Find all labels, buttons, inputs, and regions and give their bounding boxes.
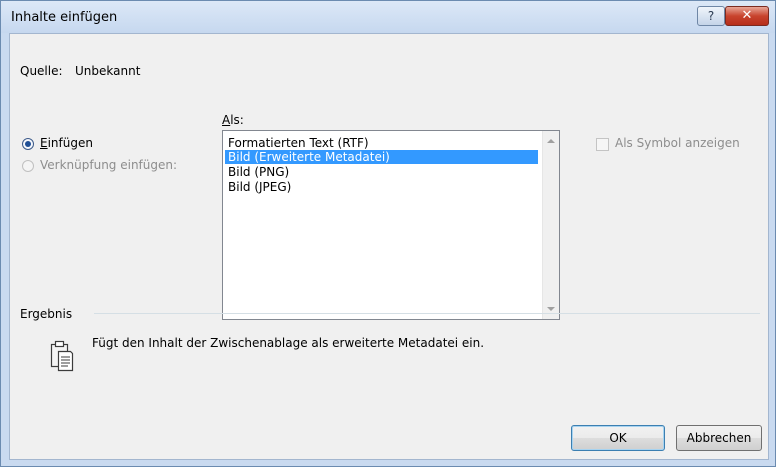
source-label: Quelle: [20, 64, 63, 78]
cancel-button[interactable]: Abbrechen [676, 425, 762, 451]
link-radio[interactable] [22, 160, 34, 172]
dialog-title: Inhalte einfügen [11, 10, 118, 25]
result-description: Fügt den Inhalt der Zwischenablage als e… [92, 336, 485, 350]
list-item[interactable]: Bild (PNG) [225, 165, 538, 179]
result-group-label: Ergebnis [20, 307, 73, 321]
scroll-up-icon[interactable] [547, 139, 555, 143]
as-format-listbox[interactable]: Formatierten Text (RTF) Bild (Erweiterte… [222, 130, 560, 320]
source-value: Unbekannt [75, 64, 141, 78]
list-item-selected[interactable]: Bild (Erweiterte Metadatei) [225, 150, 538, 164]
result-group-divider [94, 313, 760, 314]
list-item[interactable]: Bild (JPEG) [225, 180, 538, 194]
paste-radio-label[interactable]: Einfügen [40, 136, 93, 150]
clipboard-icon [50, 340, 74, 372]
help-button[interactable]: ? [697, 6, 725, 26]
paste-radio[interactable] [22, 138, 34, 150]
dialog-body: Quelle: Unbekannt Als: Einfügen Verknüpf… [9, 33, 769, 460]
display-as-icon-label[interactable]: Als Symbol anzeigen [615, 136, 740, 150]
ok-button[interactable]: OK [571, 425, 665, 451]
title-bar: Inhalte einfügen ? ✕ [1, 1, 775, 33]
as-label: Als: [222, 113, 244, 127]
list-item[interactable]: Formatierten Text (RTF) [225, 136, 538, 150]
link-radio-label[interactable]: Verknüpfung einfügen: [40, 158, 177, 172]
scroll-down-icon[interactable] [547, 307, 555, 311]
close-button[interactable]: ✕ [725, 6, 769, 26]
listbox-scrollbar[interactable] [542, 131, 559, 319]
display-as-icon-checkbox[interactable] [596, 138, 609, 151]
paste-special-dialog: Inhalte einfügen ? ✕ Quelle: Unbekannt A… [0, 0, 776, 467]
